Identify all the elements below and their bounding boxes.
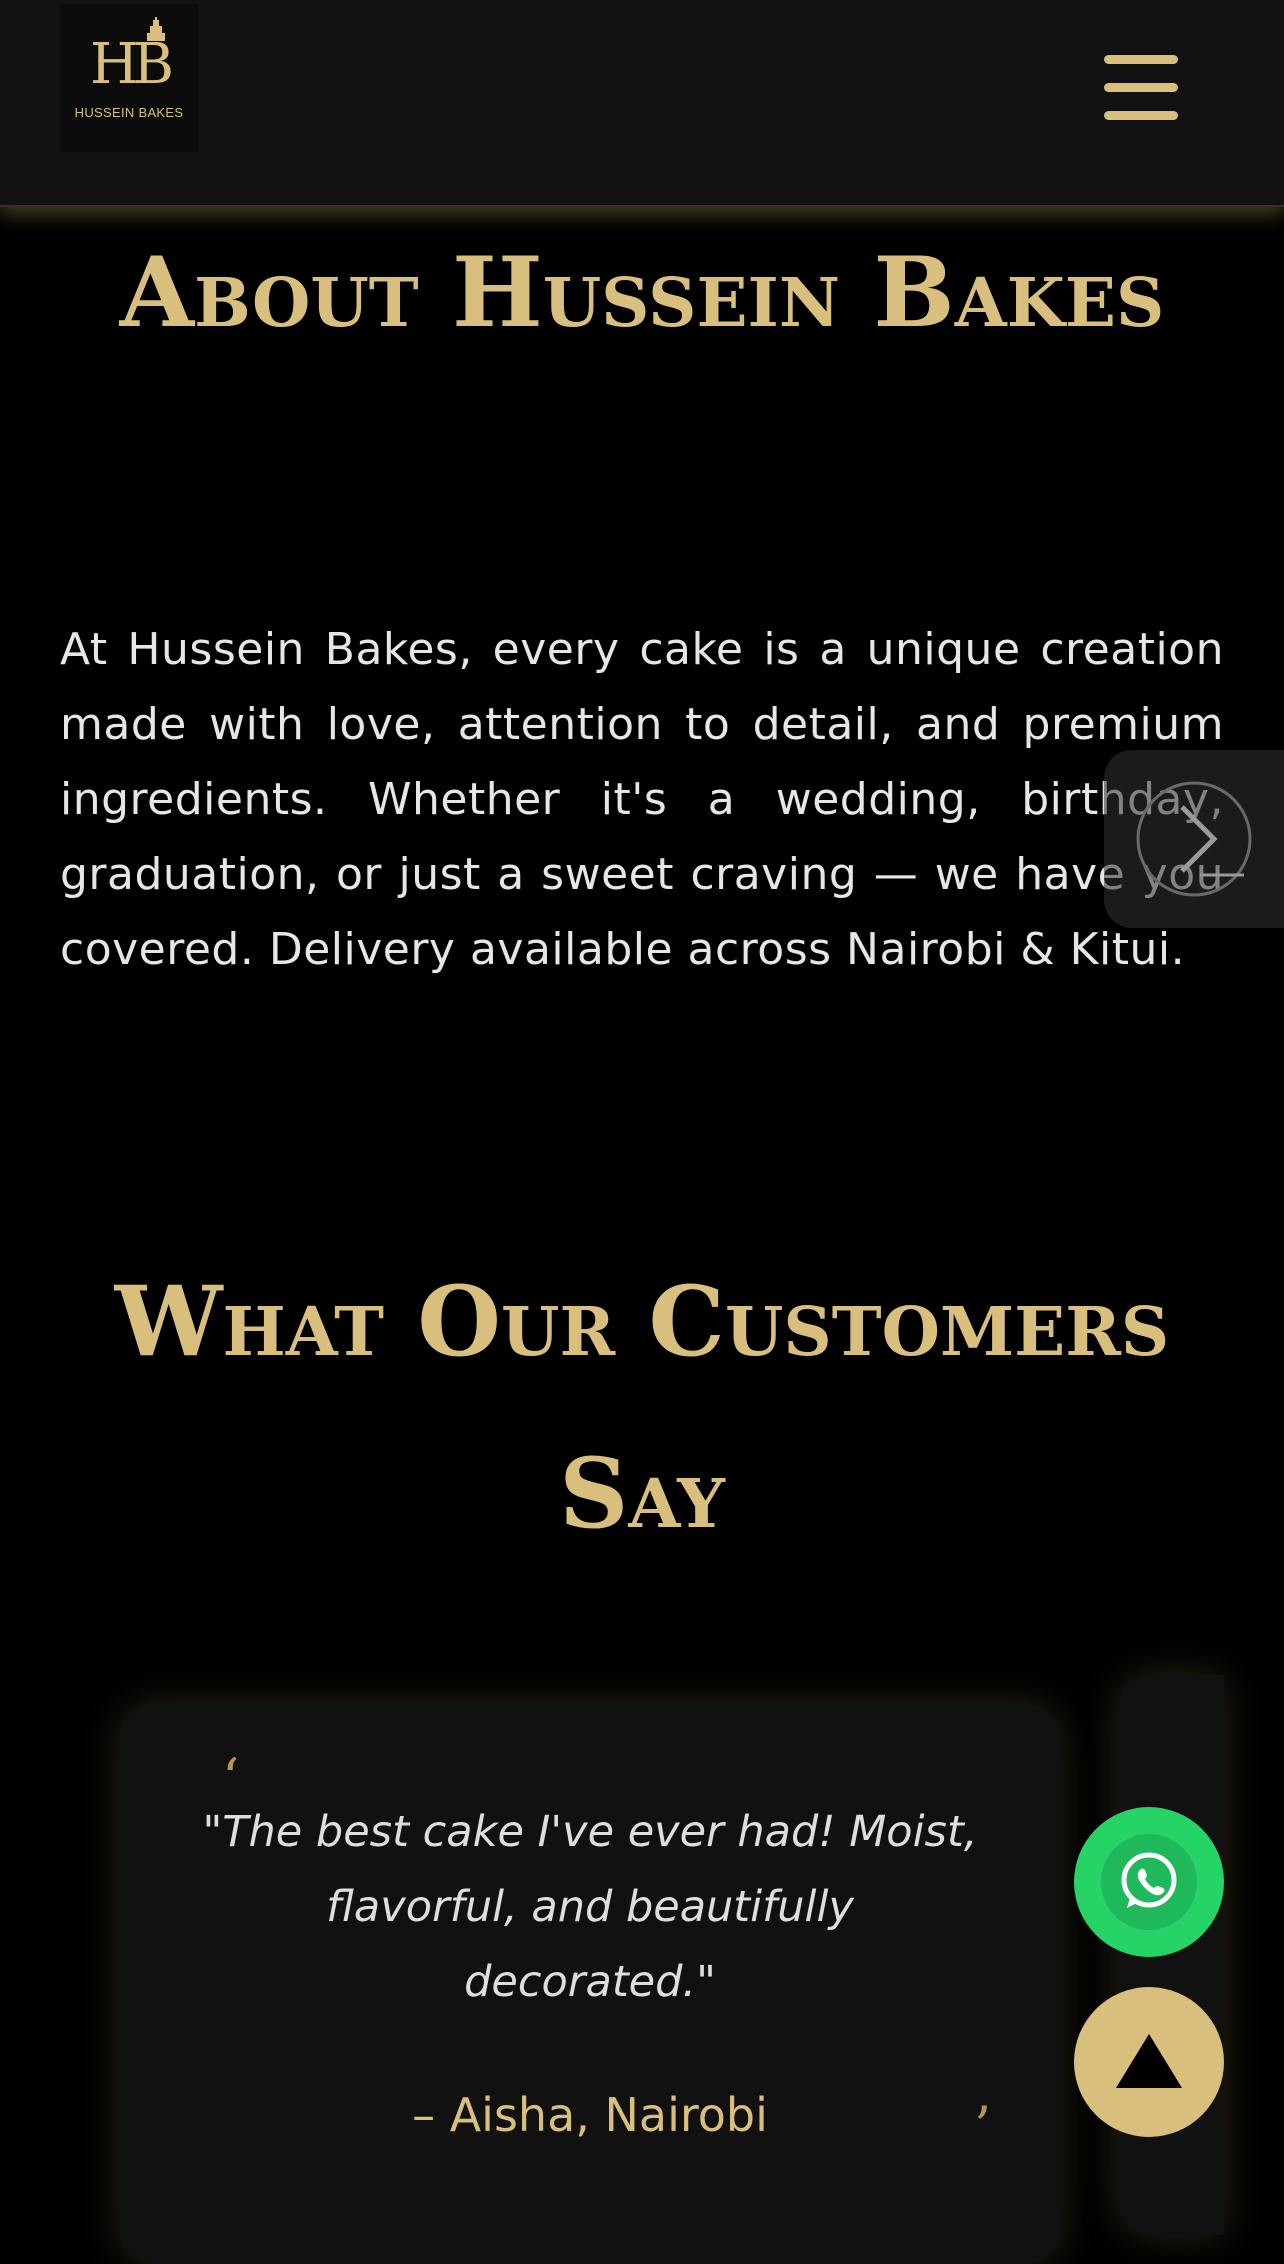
whatsapp-button[interactable] [1074,1807,1224,1957]
logo-name: HUSSEIN BAKES [74,104,184,120]
testimonials-title: What Our Customers Say [114,1265,1170,1550]
about-description: At Hussein Bakes, every cake is a unique… [60,624,1224,975]
about-title: About Hussein Bakes [119,236,1165,349]
logo[interactable]: HB HUSSEIN BAKES [60,4,198,152]
chevron-right-icon [1136,781,1252,897]
slider-next-button[interactable] [1104,750,1284,928]
logo-monogram: HB [90,16,174,93]
testimonial-author: – Aisha, Nairobi [412,2088,768,2142]
site-header: HB HUSSEIN BAKES [0,0,1284,207]
arrow-up-icon [1116,2034,1182,2088]
hamburger-menu-icon[interactable] [1100,55,1182,121]
testimonial-quote: "The best cake I've ever had! Moist, fla… [202,1807,978,2007]
quote-close-icon: ’ [974,2095,992,2158]
cake-icon [147,16,165,41]
whatsapp-icon-bg [1101,1834,1197,1930]
whatsapp-icon [1121,1852,1177,1908]
scroll-top-button[interactable] [1074,1987,1224,2137]
